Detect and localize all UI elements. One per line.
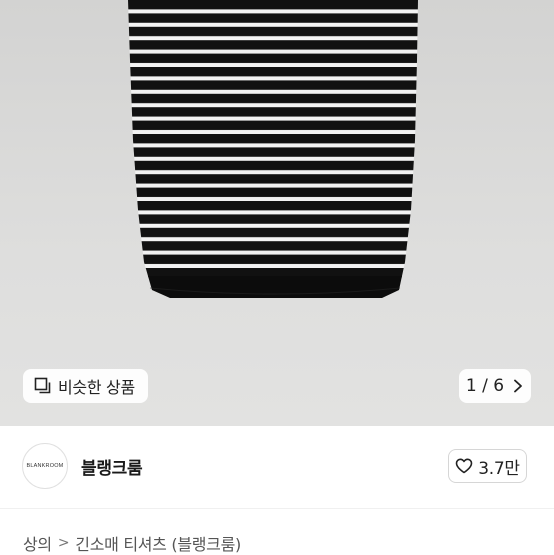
chevron-right-icon[interactable] [512,379,524,393]
heart-outline-icon [455,458,473,474]
similar-items-label: 비슷한 상품 [58,378,135,397]
image-counter-text: 1 / 6 [465,376,505,396]
similar-items-button[interactable]: 비슷한 상품 [23,369,148,403]
breadcrumb-item-subcategory[interactable]: 긴소매 티셔츠 (블랭크룸) [75,531,241,555]
image-counter[interactable]: 1 / 6 [459,369,531,403]
shop-name[interactable]: 블랭크룸 [81,454,143,479]
like-button[interactable]: 3.7만 [448,449,527,483]
section-divider [0,508,554,509]
like-count: 3.7만 [478,458,520,479]
shop-info-row: BLANKROOM 블랭크룸 3.7만 [0,437,554,497]
product-image-striped-sweater [128,0,418,298]
similar-items-icon [34,377,52,395]
shop-avatar[interactable]: BLANKROOM [22,443,68,489]
breadcrumb: 상의 > 긴소매 티셔츠 (블랭크룸) [23,531,241,555]
product-image-gallery[interactable]: 비슷한 상품 1 / 6 [0,0,554,426]
breadcrumb-separator: > [57,535,70,551]
shop-avatar-logo-text: BLANKROOM [26,463,64,469]
breadcrumb-item-category[interactable]: 상의 [23,531,52,555]
